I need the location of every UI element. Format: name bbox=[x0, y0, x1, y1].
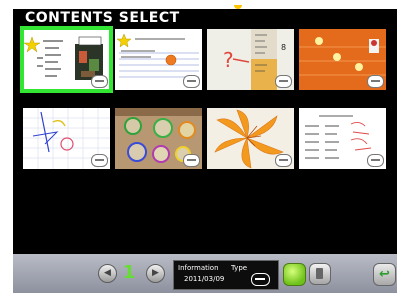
information-date: 2011/03/09 bbox=[184, 275, 225, 283]
type-label: Type bbox=[231, 264, 248, 272]
sparkle-decoration bbox=[234, 5, 242, 9]
bottom-toolbar: ◀ 1 ▶ Information 2011/03/09 Type ↩ bbox=[13, 254, 397, 293]
chevron-right-icon: ▶ bbox=[152, 268, 159, 278]
touch-type-icon bbox=[367, 75, 384, 88]
green-select-button[interactable] bbox=[283, 263, 306, 286]
svg-text:?: ? bbox=[223, 48, 234, 72]
chevron-left-icon: ◀ bbox=[104, 268, 111, 278]
thumbnail-7[interactable] bbox=[207, 108, 294, 169]
thumbnail-1[interactable] bbox=[20, 26, 113, 93]
thumbnail-8[interactable] bbox=[299, 108, 386, 169]
information-label: Information bbox=[178, 264, 219, 272]
screen-title: CONTENTS SELECT bbox=[25, 10, 180, 26]
touch-type-icon bbox=[91, 154, 108, 167]
svg-text:8: 8 bbox=[281, 43, 286, 52]
contents-select-screen: CONTENTS SELECT ? 8 bbox=[13, 5, 397, 254]
thumbnail-4[interactable] bbox=[299, 29, 386, 90]
touch-type-icon bbox=[367, 154, 384, 167]
touch-type-icon bbox=[183, 75, 200, 88]
next-page-button[interactable]: ▶ bbox=[146, 264, 165, 283]
previous-page-button[interactable]: ◀ bbox=[98, 264, 117, 283]
information-panel: Information 2011/03/09 Type bbox=[173, 260, 279, 290]
touch-type-icon bbox=[275, 75, 292, 88]
touch-type-icon bbox=[251, 273, 270, 286]
thumbnail-6[interactable] bbox=[115, 108, 202, 169]
touch-type-icon bbox=[91, 75, 108, 88]
trash-icon[interactable] bbox=[309, 263, 331, 285]
return-arrow-icon: ↩ bbox=[379, 267, 390, 282]
thumbnail-3[interactable]: ? 8 bbox=[207, 29, 294, 90]
thumbnail-5[interactable] bbox=[23, 108, 110, 169]
page-number: 1 bbox=[122, 262, 136, 283]
thumbnail-2[interactable] bbox=[115, 29, 202, 90]
touch-type-icon bbox=[183, 154, 200, 167]
touch-type-icon bbox=[275, 154, 292, 167]
return-button[interactable]: ↩ bbox=[373, 263, 396, 286]
